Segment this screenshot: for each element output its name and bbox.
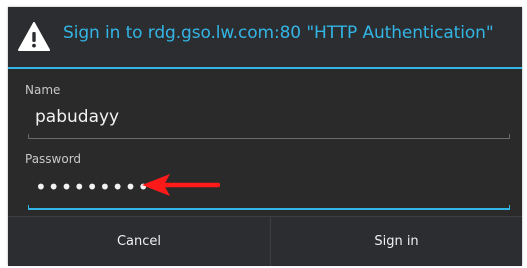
dialog-button-bar: Cancel Sign in	[8, 216, 522, 266]
sign-in-button[interactable]: Sign in	[271, 217, 522, 266]
dialog-title-bar: Sign in to rdg.gso.lw.com:80 "HTTP Authe…	[8, 7, 522, 69]
password-field[interactable]: •••••••••	[35, 175, 150, 199]
auth-dialog: Sign in to rdg.gso.lw.com:80 "HTTP Authe…	[8, 7, 522, 266]
name-label: Name	[25, 83, 61, 97]
red-arrow-left-icon	[142, 174, 220, 196]
name-field-underline	[28, 134, 510, 139]
dialog-body: Name pabudayy Password •••••••••	[8, 69, 522, 216]
password-field-underline	[28, 205, 510, 210]
cancel-button[interactable]: Cancel	[8, 217, 270, 266]
name-field[interactable]: pabudayy	[35, 107, 119, 127]
warning-icon	[18, 22, 50, 51]
password-label: Password	[25, 152, 82, 166]
dialog-title: Sign in to rdg.gso.lw.com:80 "HTTP Authe…	[63, 23, 494, 43]
